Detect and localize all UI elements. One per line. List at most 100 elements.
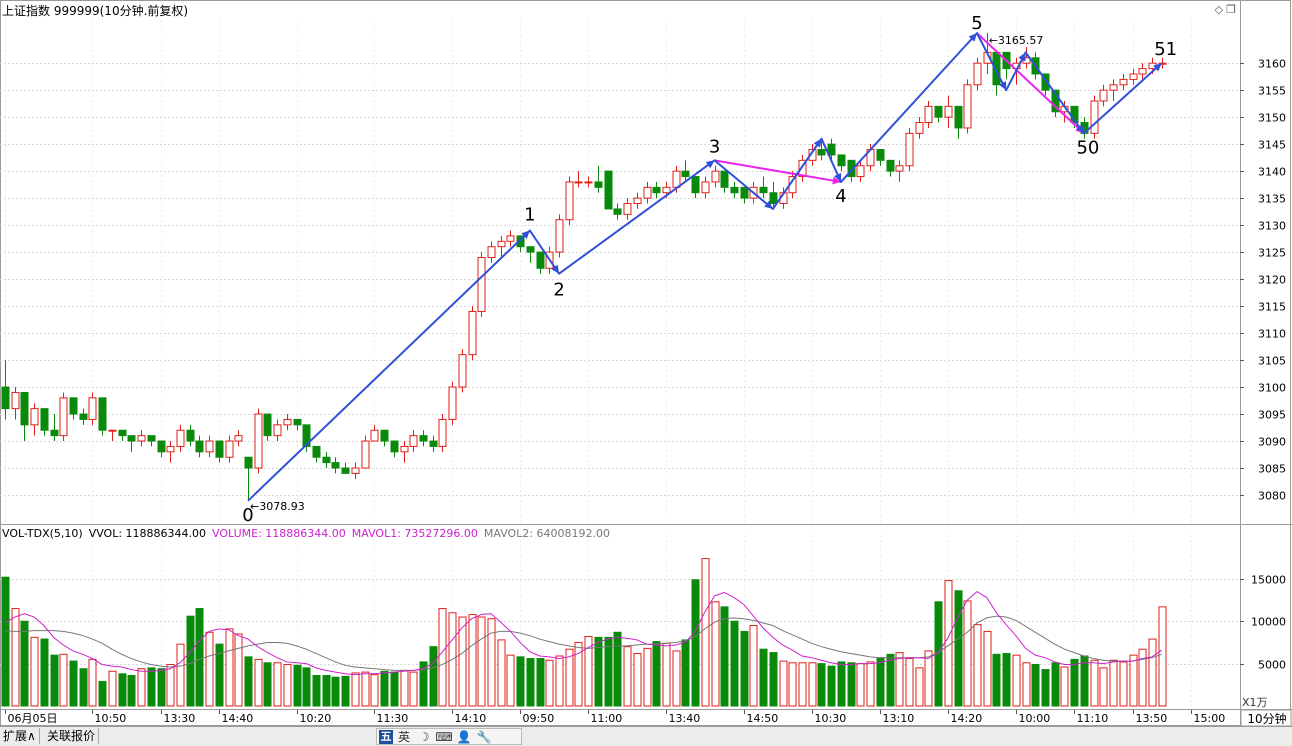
time-tick-label: 09:50 <box>523 712 555 725</box>
time-tick-label: 13:30 <box>164 712 196 725</box>
candle-body <box>487 246 496 259</box>
volume-bar <box>438 608 447 707</box>
time-tick-label: 14:50 <box>747 712 779 725</box>
related-quote-button[interactable]: 关联报价 <box>44 728 100 744</box>
window-controls[interactable]: ◇ ❐ <box>1215 3 1236 16</box>
volume-bar <box>380 670 389 707</box>
time-tick-label: 13:10 <box>883 712 915 725</box>
moon-icon[interactable]: ☽ <box>415 730 433 744</box>
ime-english-toggle[interactable]: 英 <box>395 728 413 745</box>
volume-bar <box>506 654 515 707</box>
volume-bar <box>847 662 856 707</box>
candle-body <box>740 186 749 199</box>
price-tick-label: 3115 <box>1258 301 1286 314</box>
legend-volume: VOLUME: 118886344.00 <box>212 527 346 540</box>
candle-body <box>895 165 904 172</box>
candle-body <box>613 208 622 215</box>
volume-bar <box>1031 663 1040 707</box>
volume-bar <box>1109 659 1118 707</box>
expand-button[interactable]: 扩展∧ <box>0 728 40 744</box>
volume-bar <box>749 625 758 707</box>
volume-bar <box>1060 666 1069 707</box>
time-tick-label: 10:50 <box>95 712 127 725</box>
candle-body <box>769 192 778 205</box>
candle-body <box>88 397 97 420</box>
volume-bar <box>147 667 156 707</box>
candle-body <box>59 397 68 437</box>
candle-body <box>730 186 739 194</box>
price-tick-label: 3140 <box>1258 166 1286 179</box>
volume-bar <box>273 662 282 707</box>
candle-body <box>662 186 671 194</box>
price-tick-label: 3150 <box>1258 112 1286 125</box>
time-tick-label: 06月05日 <box>8 712 58 725</box>
candle-body <box>20 391 29 426</box>
diamond-icon[interactable]: ◇ <box>1215 4 1223 16</box>
volume-legend: VOL-TDX(5,10) VVOL: 118886344.00 VOLUME: 1… <box>2 527 616 540</box>
low-price-annotation: ←3078.93 <box>250 500 305 513</box>
candle-body <box>254 413 263 469</box>
volume-tick-label: 15000 <box>1251 574 1286 587</box>
volume-bar <box>924 650 933 707</box>
candle-body <box>691 176 700 194</box>
volume-bar <box>351 672 360 707</box>
period-selector[interactable]: 10分钟 <box>1244 712 1290 726</box>
candle-body <box>195 440 204 453</box>
volume-bar <box>370 674 379 707</box>
candle-body <box>1138 68 1147 75</box>
price-tick-label: 3120 <box>1258 274 1286 287</box>
volume-bar <box>234 633 243 707</box>
candle-body <box>623 203 632 215</box>
candle-body <box>448 386 457 420</box>
volume-bar <box>1129 654 1138 707</box>
price-tick-label: 3110 <box>1258 328 1286 341</box>
volume-bar <box>876 657 885 707</box>
wave-label: 1 <box>524 205 535 226</box>
wrench-icon[interactable]: 🔧 <box>475 730 493 744</box>
time-tick-label: 10:30 <box>815 712 847 725</box>
candle-body <box>429 440 438 447</box>
keyboard-icon[interactable]: ⌨ <box>435 730 453 744</box>
wave-arrowhead <box>813 138 822 148</box>
volume-bar <box>312 674 321 707</box>
volume-bar <box>127 674 136 707</box>
time-tick-label: 15:00 <box>1194 712 1226 725</box>
restore-window-icon[interactable]: ❐ <box>1226 4 1236 16</box>
volume-bar <box>1148 638 1157 707</box>
kline-chart[interactable]: 3080308530903095310031053110311531203125… <box>0 0 1292 746</box>
volume-indicator-name: VOL-TDX(5,10) <box>2 527 83 540</box>
ime-toolbar[interactable]: 五 英 ☽ ⌨ 👤 🔧 <box>376 728 522 745</box>
candle-body <box>759 186 768 194</box>
candle-body <box>1090 100 1099 134</box>
volume-bar <box>973 624 982 707</box>
candle-body <box>905 132 914 167</box>
candle-body <box>205 440 214 453</box>
candle-body <box>69 397 78 415</box>
price-tick-label: 3160 <box>1258 58 1286 71</box>
ime-logo-icon[interactable]: 五 <box>379 729 393 744</box>
volume-bar <box>545 659 554 707</box>
legend-mavol2: MAVOL2: 64008192.00 <box>483 527 611 540</box>
candle-body <box>526 246 535 253</box>
volume-bar <box>555 655 564 707</box>
volume-bar <box>322 674 331 707</box>
price-tick-label: 3090 <box>1258 436 1286 449</box>
volume-bar <box>244 656 253 707</box>
volume-bar <box>400 669 409 707</box>
time-tick-label: 14:10 <box>455 712 487 725</box>
price-tick-label: 3085 <box>1258 463 1286 476</box>
candle-body <box>1 386 10 410</box>
volume-bar <box>769 652 778 707</box>
price-tick-label: 3080 <box>1258 490 1286 503</box>
candle-body <box>915 122 924 134</box>
candle-body <box>186 429 195 442</box>
volume-bar <box>118 673 127 707</box>
volume-bar <box>293 664 302 707</box>
volume-bar <box>331 676 340 707</box>
candle-body <box>604 170 613 210</box>
candle-body <box>293 418 302 426</box>
volume-bar <box>623 646 632 707</box>
volume-bar <box>1002 652 1011 707</box>
user-icon[interactable]: 👤 <box>455 730 473 744</box>
time-tick-label: 11:30 <box>377 712 409 725</box>
